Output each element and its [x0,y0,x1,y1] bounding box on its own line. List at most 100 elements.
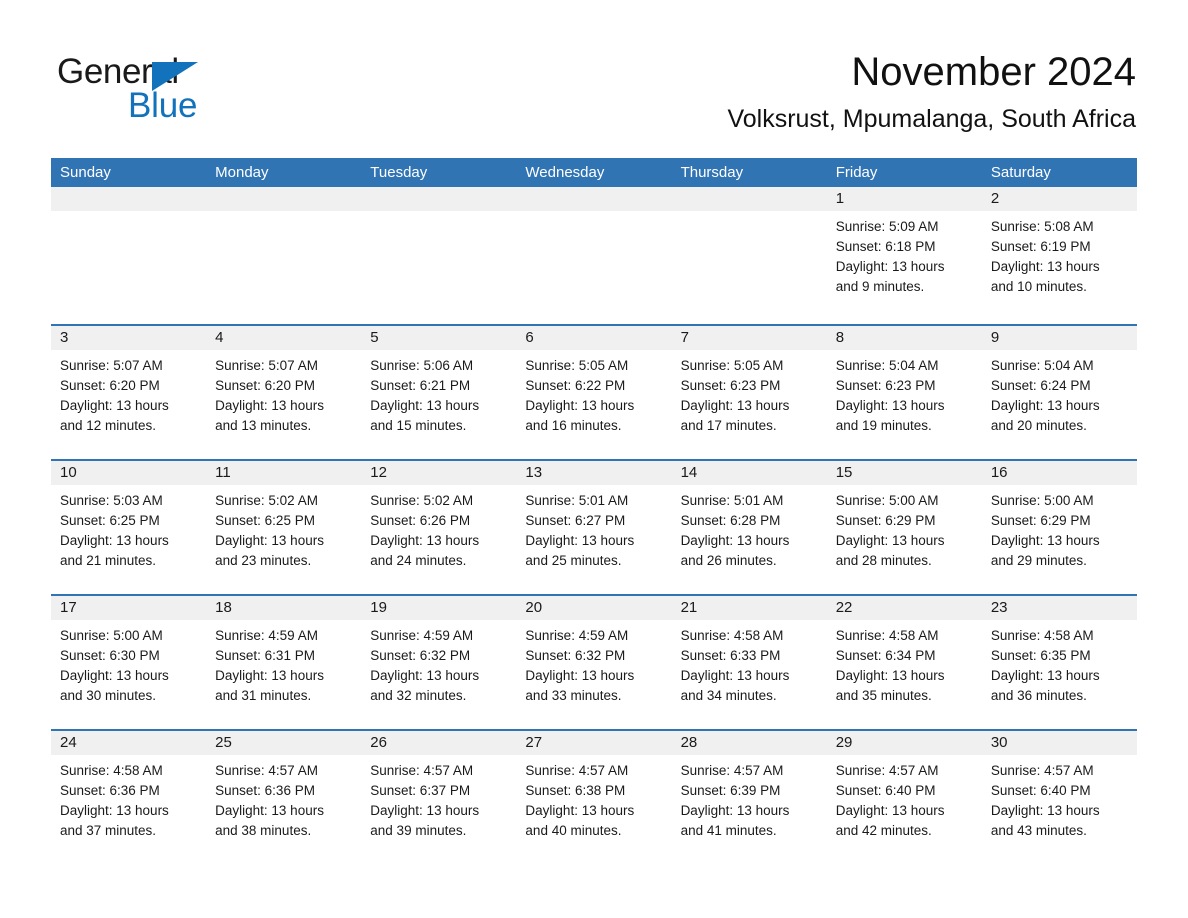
sunset-text: Sunset: 6:20 PM [215,378,315,393]
day-info: Sunrise: 4:58 AM Sunset: 6:35 PM Daylight:… [982,620,1137,706]
day-cell[interactable]: 12 Sunrise: 5:02 AM Sunset: 6:26 PM Dayligh… [361,461,517,594]
day-cell[interactable]: 11 Sunrise: 5:02 AM Sunset: 6:25 PM Dayligh… [206,461,362,594]
daylight-text-line1: Daylight: 13 hours [215,533,324,548]
sunrise-text: Sunrise: 4:57 AM [835,763,939,778]
day-cell[interactable]: 20 Sunrise: 4:59 AM Sunset: 6:32 PM Dayligh… [516,596,672,729]
daylight-text-line1: Daylight: 13 hours [370,398,480,413]
day-number [361,187,517,211]
sunrise-text: Sunrise: 5:07 AM [215,358,318,373]
page-header: General Blue November 2024 Volksrust, Mp… [0,0,1188,158]
day-cell[interactable]: 7 Sunrise: 5:05 AM Sunset: 6:23 PM Daylight… [671,326,827,459]
page-subtitle: Volksrust, Mpumalanga, South Africa [727,105,1136,133]
day-number: 1 [826,187,982,211]
sunset-text: Sunset: 6:25 PM [215,513,315,528]
daylight-text-line2: and 29 minutes. [990,553,1087,568]
day-number: 16 [981,461,1137,485]
day-cell[interactable]: 2 Sunrise: 5:08 AM Sunset: 6:19 PM Daylight… [981,187,1137,324]
daylight-text-line1: Daylight: 13 hours [60,803,169,818]
week-row: 10 Sunrise: 5:03 AM Sunset: 6:25 PM Dayligh… [51,459,1137,594]
sunrise-text: Sunrise: 4:59 AM [215,628,318,643]
daylight-text-line2: and 16 minutes. [525,418,622,433]
day-cell[interactable]: 13 Sunrise: 5:01 AM Sunset: 6:27 PM Dayligh… [516,461,672,594]
day-cell[interactable]: 4 Sunrise: 5:07 AM Sunset: 6:20 PM Daylight… [206,326,362,459]
day-cell[interactable]: 18 Sunrise: 4:59 AM Sunset: 6:31 PM Dayligh… [206,596,362,729]
day-info: Sunrise: 4:58 AM Sunset: 6:34 PM Daylight:… [827,620,982,706]
day-cell[interactable]: 29 Sunrise: 4:57 AM Sunset: 6:40 PM Dayligh… [826,731,982,862]
calendar-page: General Blue November 2024 Volksrust, Mp… [0,0,1188,918]
day-cell[interactable]: 19 Sunrise: 4:59 AM Sunset: 6:32 PM Dayligh… [361,596,517,729]
day-cell[interactable]: 25 Sunrise: 4:57 AM Sunset: 6:36 PM Dayligh… [206,731,362,862]
day-cell[interactable]: 14 Sunrise: 5:01 AM Sunset: 6:28 PM Dayligh… [671,461,827,594]
weekday-header-sunday: Sunday [60,164,111,181]
daylight-text-line1: Daylight: 13 hours [525,668,635,683]
day-cell[interactable]: 17 Sunrise: 5:00 AM Sunset: 6:30 PM Dayligh… [51,596,207,729]
day-info: Sunrise: 4:59 AM Sunset: 6:32 PM Daylight:… [516,620,671,706]
day-number: 13 [516,461,672,485]
sunset-text: Sunset: 6:24 PM [990,378,1091,393]
daylight-text-line2: and 34 minutes. [680,688,777,703]
day-cell[interactable]: 1 Sunrise: 5:09 AM Sunset: 6:18 PM Daylight… [826,187,982,324]
sunset-text: Sunset: 6:29 PM [835,513,936,528]
sunset-text: Sunset: 6:36 PM [60,783,160,798]
day-cell[interactable]: 23 Sunrise: 4:58 AM Sunset: 6:35 PM Dayligh… [981,596,1137,729]
sunset-text: Sunset: 6:25 PM [60,513,160,528]
day-number: 7 [671,326,827,350]
weekday-header-row: Sunday Monday Tuesday Wednesday Thursday… [51,158,1137,187]
day-cell[interactable]: 26 Sunrise: 4:57 AM Sunset: 6:37 PM Dayligh… [361,731,517,862]
day-cell[interactable]: 28 Sunrise: 4:57 AM Sunset: 6:39 PM Dayligh… [671,731,827,862]
daylight-text-line2: and 37 minutes. [60,823,157,838]
day-cell[interactable]: 16 Sunrise: 5:00 AM Sunset: 6:29 PM Dayligh… [981,461,1137,594]
daylight-text-line1: Daylight: 13 hours [990,259,1100,274]
day-cell[interactable]: 9 Sunrise: 5:04 AM Sunset: 6:24 PM Daylight… [981,326,1137,459]
daylight-text-line1: Daylight: 13 hours [215,668,324,683]
daylight-text-line1: Daylight: 13 hours [215,803,324,818]
daylight-text-line2: and 26 minutes. [680,553,777,568]
day-info: Sunrise: 5:00 AM Sunset: 6:29 PM Daylight:… [827,485,982,571]
day-cell[interactable]: 22 Sunrise: 4:58 AM Sunset: 6:34 PM Dayligh… [826,596,982,729]
day-info: Sunrise: 5:03 AM Sunset: 6:25 PM Daylight:… [51,485,206,571]
day-info: Sunrise: 4:59 AM Sunset: 6:32 PM Daylight:… [361,620,516,706]
sunrise-text: Sunrise: 5:02 AM [215,493,318,508]
day-cell[interactable]: 10 Sunrise: 5:03 AM Sunset: 6:25 PM Dayligh… [51,461,207,594]
day-info: Sunrise: 4:57 AM Sunset: 6:40 PM Daylight:… [982,755,1137,841]
sunset-text: Sunset: 6:19 PM [990,239,1091,254]
logo-text-blue: Blue [128,86,198,125]
day-cell[interactable]: 15 Sunrise: 5:00 AM Sunset: 6:29 PM Dayligh… [826,461,982,594]
sunset-text: Sunset: 6:35 PM [990,648,1091,663]
sunrise-text: Sunrise: 4:57 AM [525,763,629,778]
day-number: 3 [51,326,207,350]
day-cell[interactable]: 27 Sunrise: 4:57 AM Sunset: 6:38 PM Dayligh… [516,731,672,862]
sunset-text: Sunset: 6:23 PM [835,378,936,393]
daylight-text-line1: Daylight: 13 hours [835,398,945,413]
sunset-text: Sunset: 6:33 PM [680,648,781,663]
day-number: 4 [206,326,362,350]
sunset-text: Sunset: 6:22 PM [525,378,626,393]
day-info: Sunrise: 5:02 AM Sunset: 6:25 PM Daylight:… [206,485,361,571]
day-info: Sunrise: 5:02 AM Sunset: 6:26 PM Daylight:… [361,485,516,571]
sunrise-text: Sunrise: 4:58 AM [990,628,1094,643]
day-info: Sunrise: 5:04 AM Sunset: 6:24 PM Daylight:… [982,350,1137,436]
day-info: Sunrise: 4:57 AM Sunset: 6:38 PM Daylight:… [516,755,671,841]
daylight-text-line2: and 33 minutes. [525,688,622,703]
daylight-text-line2: and 21 minutes. [60,553,157,568]
daylight-text-line1: Daylight: 13 hours [835,668,945,683]
day-info: Sunrise: 5:04 AM Sunset: 6:23 PM Daylight:… [827,350,982,436]
day-number [671,187,827,211]
day-number: 14 [671,461,827,485]
day-info: Sunrise: 5:01 AM Sunset: 6:28 PM Daylight:… [672,485,827,571]
daylight-text-line2: and 19 minutes. [835,418,932,433]
day-number [206,187,362,211]
day-number: 5 [361,326,517,350]
day-cell[interactable]: 3 Sunrise: 5:07 AM Sunset: 6:20 PM Daylight… [51,326,207,459]
day-cell[interactable]: 24 Sunrise: 4:58 AM Sunset: 6:36 PM Dayligh… [51,731,207,862]
calendar-grid: Sunday Monday Tuesday Wednesday Thursday… [51,158,1137,862]
day-cell[interactable]: 8 Sunrise: 5:04 AM Sunset: 6:23 PM Daylight… [826,326,982,459]
day-cell[interactable]: 5 Sunrise: 5:06 AM Sunset: 6:21 PM Daylight… [361,326,517,459]
day-cell[interactable]: 21 Sunrise: 4:58 AM Sunset: 6:33 PM Dayligh… [671,596,827,729]
general-blue-logo[interactable]: General Blue [57,52,357,132]
sunrise-text: Sunrise: 4:57 AM [215,763,318,778]
day-cell[interactable]: 30 Sunrise: 4:57 AM Sunset: 6:40 PM Dayligh… [981,731,1137,862]
day-cell[interactable]: 6 Sunrise: 5:05 AM Sunset: 6:22 PM Daylight… [516,326,672,459]
sunrise-text: Sunrise: 4:58 AM [680,628,784,643]
day-info: Sunrise: 5:09 AM Sunset: 6:18 PM Daylight:… [827,211,982,297]
